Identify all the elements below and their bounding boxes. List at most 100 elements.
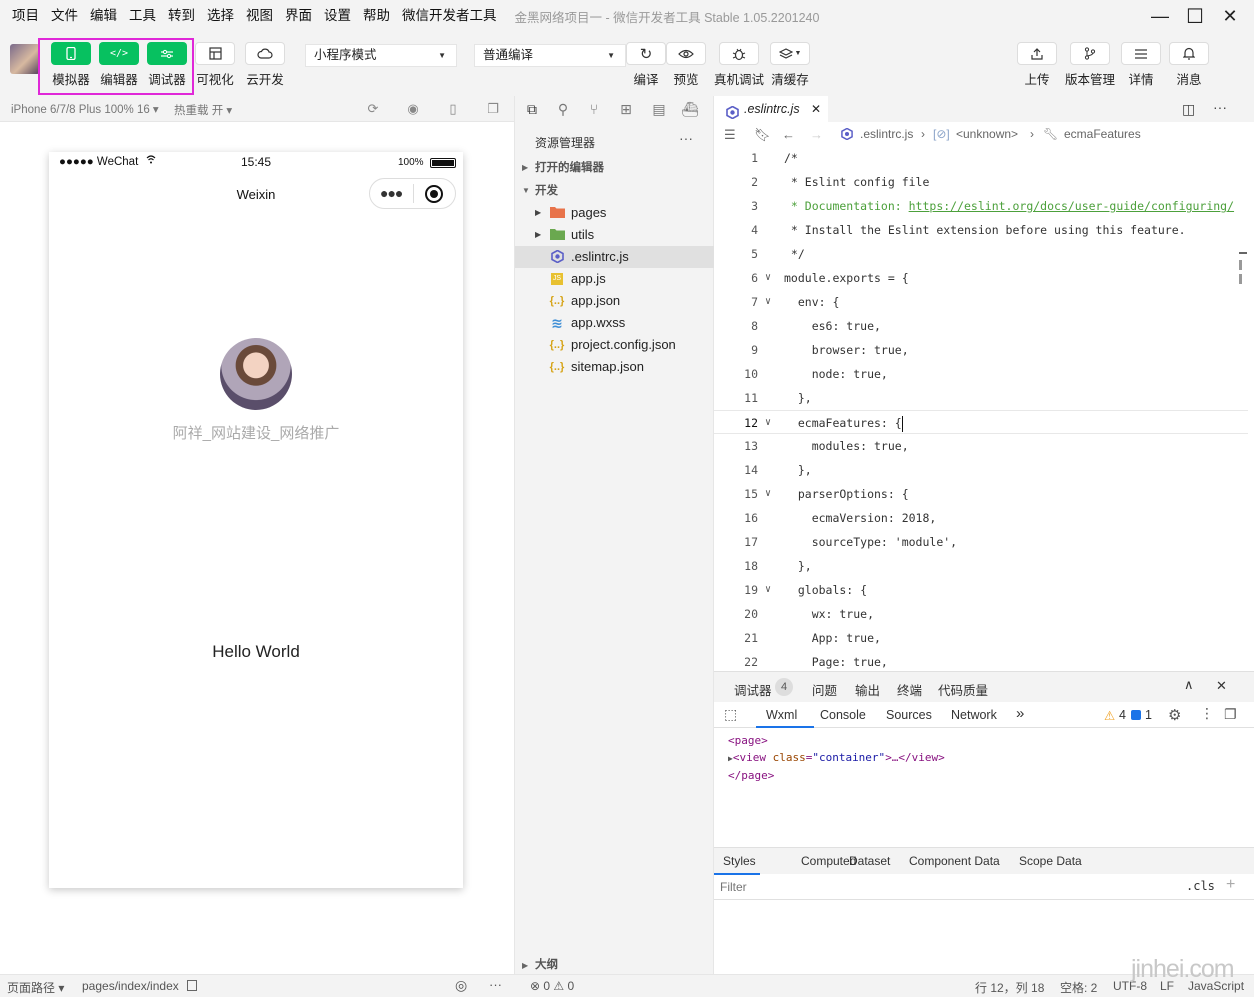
chevron-up-icon[interactable]: ∧ — [1184, 677, 1194, 693]
doc-link[interactable]: https://eslint.org/docs/user-guide/confi… — [909, 199, 1234, 213]
menu-interface[interactable]: 界面 — [279, 0, 318, 32]
close-window-button[interactable]: ✕ — [1212, 0, 1248, 32]
gear-icon[interactable]: ⚙ — [1168, 706, 1181, 724]
tab-component-data[interactable]: Component Data — [909, 854, 1000, 868]
file-tree-item[interactable]: {..} project.config.json — [515, 334, 714, 356]
tab-debugger[interactable]: 调试器 — [734, 680, 772, 699]
wxml-node[interactable]: <page> — [728, 732, 945, 749]
minimize-button[interactable]: — — [1142, 0, 1178, 32]
tab-scope-data[interactable]: Scope Data — [1019, 854, 1082, 868]
cls-toggle[interactable]: .cls — [1186, 879, 1215, 893]
outline-section[interactable]: ▶ 大纲 — [515, 957, 715, 974]
device-select[interactable]: iPhone 6/7/8 Plus 100% 16 ▾ — [11, 102, 159, 116]
close-tab-icon[interactable]: ✕ — [811, 96, 821, 122]
file-tree-item[interactable]: ▶ pages — [515, 202, 714, 224]
close-miniprogram-icon[interactable] — [425, 185, 443, 203]
detach-icon[interactable]: ❐ — [485, 101, 501, 117]
file-tree-item[interactable]: {..} app.json — [515, 290, 714, 312]
extensions-icon[interactable]: ⊞ — [617, 100, 635, 118]
upload-button[interactable]: 上传 — [1017, 42, 1057, 88]
tab-output[interactable]: 输出 — [855, 680, 880, 699]
phone-icon[interactable]: ▯ — [445, 101, 461, 117]
simulator-button[interactable]: 模拟器 — [51, 42, 91, 88]
refresh-icon[interactable]: ⟳ — [365, 101, 381, 117]
menu-tools[interactable]: 工具 — [123, 0, 162, 32]
page-path-label[interactable]: 页面路径 ▾ — [7, 979, 64, 996]
files-icon[interactable]: ⧉ — [523, 100, 541, 118]
file-tree-item[interactable]: ▶ utils — [515, 224, 714, 246]
more-actions-icon[interactable]: ··· — [1213, 99, 1227, 115]
source-control-icon[interactable]: ⑂ — [585, 100, 603, 118]
file-tree-item-selected[interactable]: .eslintrc.js — [515, 246, 714, 268]
details-button[interactable]: 详情 — [1121, 42, 1161, 88]
debugger-button[interactable]: 调试器 — [147, 42, 187, 88]
dev-section[interactable]: ▼ 开发 — [515, 180, 715, 202]
breadcrumb-file[interactable]: .eslintrc.js — [860, 127, 913, 141]
problems-count[interactable]: ⊗ 0 ⚠ 0 — [530, 979, 574, 993]
menu-view[interactable]: 视图 — [240, 0, 279, 32]
chevron-down-icon[interactable]: ∨ — [765, 266, 771, 290]
mode-select[interactable]: 小程序模式 ▼ — [305, 44, 457, 67]
inspect-icon[interactable]: ⬚ — [724, 706, 737, 723]
clear-cache-button[interactable]: ▼ 清缓存 — [770, 42, 810, 88]
editor-button[interactable]: </> 编辑器 — [99, 42, 139, 88]
back-arrow-icon[interactable]: ← — [782, 127, 795, 142]
close-panel-icon[interactable]: ✕ — [1216, 678, 1227, 694]
menu-settings[interactable]: 设置 — [318, 0, 357, 32]
add-rule-icon[interactable]: + — [1226, 876, 1235, 894]
breadcrumb-unknown[interactable]: <unknown> — [956, 127, 1018, 141]
filter-input[interactable] — [720, 878, 1176, 896]
tab-sources[interactable]: Sources — [886, 708, 932, 722]
file-tree-item[interactable]: JS app.js — [515, 268, 714, 290]
code-area[interactable]: 1 /* 2 * Eslint config file 3 * Documenta… — [714, 146, 1254, 671]
file-tree-item[interactable]: {..} sitemap.json — [515, 356, 714, 378]
list-icon[interactable]: ☰ — [724, 127, 736, 143]
kebab-menu-icon[interactable]: ⋮ — [1200, 705, 1214, 722]
menu-select[interactable]: 选择 — [201, 0, 240, 32]
tab-wxml[interactable]: Wxml — [766, 708, 797, 722]
menu-edit[interactable]: 编辑 — [84, 0, 123, 32]
more-icon[interactable]: ··· — [679, 130, 693, 146]
more-dots-icon[interactable]: ●●● — [380, 185, 403, 201]
menu-file[interactable]: 文件 — [45, 0, 84, 32]
tab-console[interactable]: Console — [820, 708, 866, 722]
wxml-node[interactable]: </page> — [728, 767, 945, 784]
copy-icon[interactable] — [187, 980, 197, 991]
cloud-button[interactable]: 云开发 — [245, 42, 285, 88]
info-count[interactable]: 1 — [1145, 708, 1152, 722]
bookmark-icon[interactable]: 🔖︎ — [754, 127, 771, 143]
editor-tab-active[interactable]: .eslintrc.js ✕ — [714, 96, 828, 122]
chevron-down-icon[interactable]: ∨ — [765, 482, 771, 506]
chevron-down-icon[interactable]: ∨ — [765, 290, 771, 314]
cursor-position[interactable]: 行 12，列 18 — [975, 979, 1044, 996]
editor-scrollbar[interactable] — [1239, 146, 1247, 671]
tab-dataset[interactable]: Dataset — [849, 854, 890, 868]
warning-count[interactable]: 4 — [1119, 708, 1126, 722]
split-editor-icon[interactable]: ◫ — [1182, 101, 1195, 118]
tab-terminal[interactable]: 终端 — [897, 680, 922, 699]
version-button[interactable]: 版本管理 — [1065, 42, 1115, 88]
breadcrumb-symbol[interactable]: ecmaFeatures — [1064, 127, 1141, 141]
preview-button[interactable]: 预览 — [666, 42, 706, 88]
tab-network[interactable]: Network — [951, 708, 997, 722]
menu-goto[interactable]: 转到 — [162, 0, 201, 32]
maximize-button[interactable]: ☐ — [1177, 0, 1213, 32]
undock-icon[interactable]: ❐ — [1224, 706, 1237, 723]
compile-select[interactable]: 普通编译 ▼ — [474, 44, 626, 67]
chevron-down-icon[interactable]: ∨ — [765, 411, 771, 435]
record-icon[interactable]: ◉ — [405, 101, 421, 117]
wxml-tree[interactable]: <page> ▶<view class="container">…</view>… — [728, 732, 945, 784]
forward-arrow-icon[interactable]: → — [810, 127, 823, 142]
menu-wechat-devtools[interactable]: 微信开发者工具 — [396, 0, 503, 32]
tab-problems[interactable]: 问题 — [812, 680, 837, 699]
file-tree-item[interactable]: ≋ app.wxss — [515, 312, 714, 334]
storage-icon[interactable]: ▤ — [650, 100, 668, 118]
user-avatar[interactable] — [10, 44, 40, 74]
capsule-menu[interactable]: ●●● — [369, 178, 456, 209]
tab-styles[interactable]: Styles — [723, 854, 756, 868]
hot-reload-select[interactable]: 热重载 开 ▾ — [174, 102, 232, 118]
device-debug-button[interactable]: 真机调试 — [714, 42, 764, 88]
visual-button[interactable]: 可视化 — [195, 42, 235, 88]
messages-button[interactable]: 消息 — [1169, 42, 1209, 88]
more-icon[interactable]: ··· — [489, 977, 502, 992]
